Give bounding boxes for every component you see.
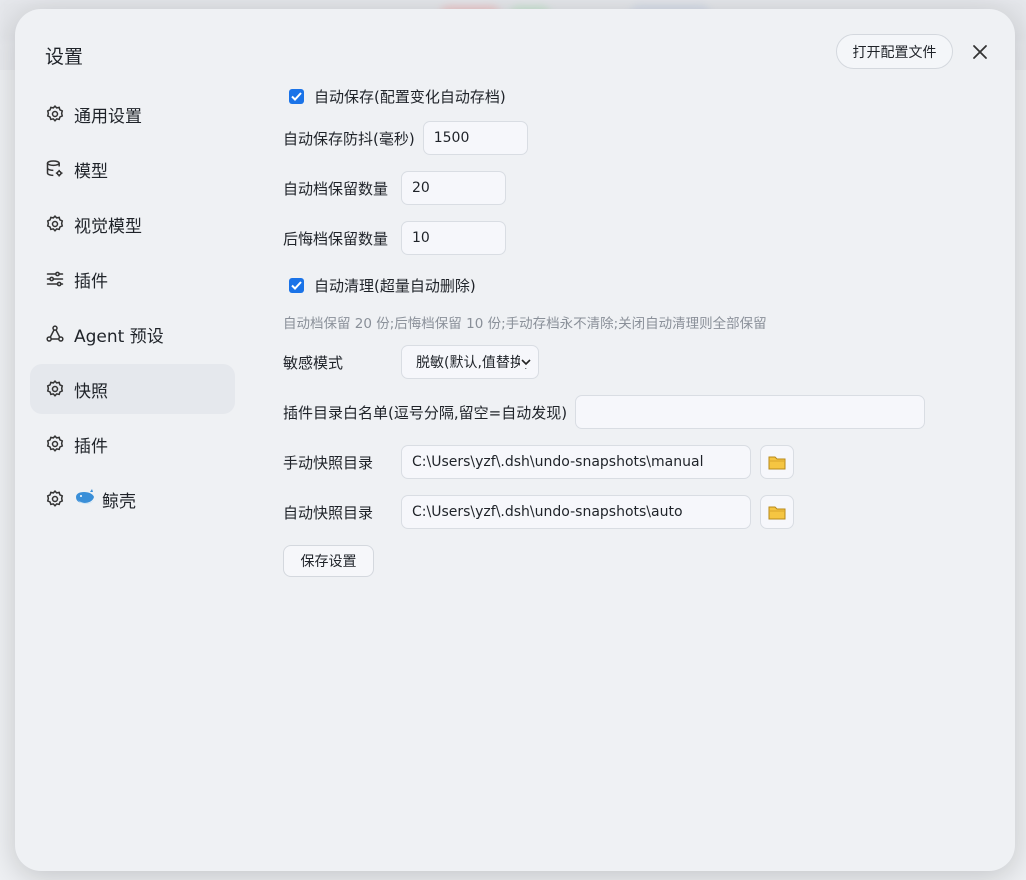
browse-auto-dir-button[interactable] bbox=[760, 495, 795, 529]
sensitive-mode-select[interactable]: 脱敏(默认,值替换) bbox=[401, 345, 540, 379]
auto-dir-input[interactable]: C:\Users\yzf\.dsh\undo-snapshots\auto bbox=[401, 495, 752, 529]
sidebar-item-general[interactable]: 通用设置 bbox=[30, 89, 235, 139]
auto-dir-label: 自动快照目录 bbox=[283, 503, 374, 522]
auto-keep-input[interactable]: 20 bbox=[401, 171, 507, 205]
database-gear-icon bbox=[44, 158, 66, 180]
sensitive-label: 敏感模式 bbox=[283, 353, 344, 372]
sensitive-mode-value: 脱敏(默认,值替换) bbox=[416, 355, 530, 371]
manual-dir-input[interactable]: C:\Users\yzf\.dsh\undo-snapshots\manual bbox=[401, 445, 752, 479]
sensitive-row: 敏感模式 脱敏(默认,值替换) bbox=[283, 345, 540, 379]
whitelist-row: 插件目录白名单(逗号分隔,留空=自动发现) bbox=[283, 395, 926, 429]
sidebar-item-vision-models[interactable]: 视觉模型 bbox=[30, 199, 235, 249]
gear-icon bbox=[44, 378, 66, 400]
sidebar-item-label: 插件 bbox=[74, 271, 108, 292]
sliders-icon bbox=[44, 268, 66, 290]
sidebar-item-label: 鲸壳 bbox=[102, 491, 136, 512]
retention-hint: 自动档保留 20 份;后悔档保留 10 份;手动存档永不清除;关闭自动清理则全部… bbox=[283, 316, 767, 332]
sidebar-item-label: 插件 bbox=[74, 436, 108, 457]
browse-manual-dir-button[interactable] bbox=[760, 445, 795, 479]
sidebar-item-label: 快照 bbox=[74, 381, 108, 402]
save-settings-button[interactable]: 保存设置 bbox=[283, 545, 374, 577]
dialog-title: 设置 bbox=[45, 46, 84, 68]
autoclean-label: 自动清理(超量自动删除) bbox=[314, 277, 476, 295]
check-icon bbox=[291, 92, 302, 101]
manual-dir-row: 手动快照目录 C:\Users\yzf\.dsh\undo-snapshots\… bbox=[283, 445, 795, 479]
gear-icon bbox=[44, 213, 66, 235]
sidebar-item-label: Agent 预设 bbox=[74, 326, 164, 347]
agent-network-icon bbox=[44, 323, 66, 345]
sidebar-item-plugins[interactable]: 插件 bbox=[30, 254, 235, 304]
autoclean-checkbox[interactable] bbox=[289, 278, 304, 293]
sidebar-item-label: 模型 bbox=[74, 161, 108, 182]
settings-dialog: 设置 打开配置文件 通用设置 模型 视觉模型 插件 Agent 预设 快照 插件… bbox=[15, 9, 1015, 871]
undo-keep-label: 后悔档保留数量 bbox=[283, 229, 389, 248]
sidebar-item-plugins-2[interactable]: 插件 bbox=[30, 419, 235, 469]
gear-icon bbox=[44, 103, 66, 125]
gear-icon bbox=[44, 488, 66, 510]
autosave-checkbox[interactable] bbox=[289, 89, 304, 104]
autoclean-row: 自动清理(超量自动删除) bbox=[283, 275, 476, 296]
auto-keep-label: 自动档保留数量 bbox=[283, 179, 389, 198]
auto-keep-row: 自动档保留数量 20 bbox=[283, 171, 507, 205]
settings-sidebar: 通用设置 模型 视觉模型 插件 Agent 预设 快照 插件 鲸壳 bbox=[30, 89, 235, 529]
sidebar-item-whale-shell[interactable]: 鲸壳 bbox=[30, 474, 235, 524]
debounce-row: 自动保存防抖(毫秒) 1500 bbox=[283, 121, 528, 155]
folder-icon bbox=[768, 506, 786, 519]
debounce-input[interactable]: 1500 bbox=[422, 121, 528, 155]
gear-icon bbox=[44, 433, 66, 455]
whitelist-input[interactable] bbox=[575, 395, 926, 429]
folder-icon bbox=[768, 456, 786, 469]
sidebar-item-label: 通用设置 bbox=[74, 106, 142, 127]
sidebar-item-label: 视觉模型 bbox=[74, 216, 142, 237]
snapshot-settings-panel: 自动保存(配置变化自动存档) 自动保存防抖(毫秒) 1500 自动档保留数量 2… bbox=[283, 9, 1015, 871]
chevron-down-icon bbox=[520, 356, 533, 368]
autosave-label: 自动保存(配置变化自动存档) bbox=[314, 88, 506, 106]
undo-keep-row: 后悔档保留数量 10 bbox=[283, 221, 507, 255]
auto-dir-row: 自动快照目录 C:\Users\yzf\.dsh\undo-snapshots\… bbox=[283, 495, 795, 529]
manual-dir-label: 手动快照目录 bbox=[283, 453, 374, 472]
sidebar-item-agent-presets[interactable]: Agent 预设 bbox=[30, 309, 235, 359]
check-icon bbox=[291, 281, 302, 290]
whitelist-label: 插件目录白名单(逗号分隔,留空=自动发现) bbox=[283, 403, 568, 422]
sidebar-item-models[interactable]: 模型 bbox=[30, 144, 235, 194]
sidebar-item-snapshots[interactable]: 快照 bbox=[30, 364, 235, 414]
undo-keep-input[interactable]: 10 bbox=[401, 221, 507, 255]
autosave-row: 自动保存(配置变化自动存档) bbox=[283, 86, 506, 107]
whale-icon bbox=[74, 488, 96, 510]
debounce-label: 自动保存防抖(毫秒) bbox=[283, 129, 415, 148]
